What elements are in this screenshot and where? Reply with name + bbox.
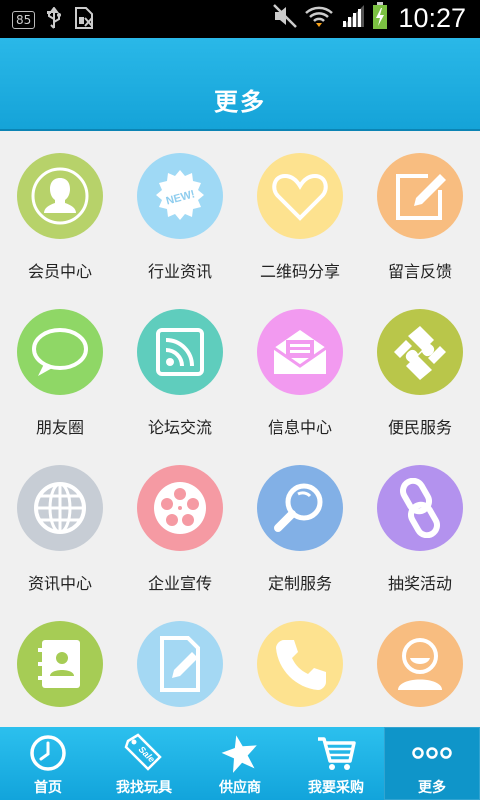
globe-icon [17,465,103,551]
link-icon [377,465,463,551]
puzzle-icon [377,309,463,395]
signal-icon [340,3,366,33]
smiley-icon [377,621,463,707]
grid-item-label: 定制服务 [267,574,332,593]
document-icon [137,621,223,707]
heart-icon [257,153,343,239]
tab-more[interactable]: 更多 [384,727,480,800]
grid-item-label: 留言反馈 [387,262,452,281]
notification-badge: 85 [12,11,36,29]
grid-item-corporate-promo[interactable]: 企业宣传 [120,443,240,599]
tab-label: 供应商 [219,780,261,796]
film-icon [137,465,223,551]
star-icon [220,733,260,773]
sale-tag-icon: Sale [124,733,164,773]
mute-icon [272,3,298,33]
grid-item-profile[interactable] [360,599,480,727]
tab-label: 首页 [34,780,62,796]
bottom-tab-bar: 首页 Sale 我找玩具 供应商 我要采购 更多 [0,727,480,800]
tab-find-toys[interactable]: Sale 我找玩具 [96,727,192,800]
battery-icon [372,2,388,34]
app-header: 更多 [0,38,480,131]
grid-item-info-center[interactable]: 资讯中心 [0,443,120,599]
grid-item-label: 论坛交流 [147,418,212,437]
tab-label: 我找玩具 [116,780,172,796]
grid-item-document[interactable] [120,599,240,727]
grid-item-forum[interactable]: 论坛交流 [120,287,240,443]
grid-item-custom-service[interactable]: 定制服务 [240,443,360,599]
tab-purchase[interactable]: 我要采购 [288,727,384,800]
tab-label: 更多 [418,780,446,796]
sim-icon [73,6,95,34]
contacts-icon [17,621,103,707]
mail-icon [257,309,343,395]
more-dots-icon [412,733,452,773]
page-title: 更多 [214,88,266,116]
grid-item-label: 便民服务 [387,418,452,437]
phone-icon [257,621,343,707]
grid-item-label: 会员中心 [27,262,92,281]
clock-icon [28,733,68,773]
feature-grid: 会员中心 NEW! 行业资讯 二维码分享 留言反馈 朋友圈 论坛交流 信息中心 … [0,131,480,727]
news-icon: NEW! [137,153,223,239]
grid-item-label: 资讯中心 [27,574,92,593]
grid-item-convenience-services[interactable]: 便民服务 [360,287,480,443]
usb-icon [45,6,63,33]
tab-label: 我要采购 [308,780,364,796]
grid-item-message-center[interactable]: 信息中心 [240,287,360,443]
tab-home[interactable]: 首页 [0,727,96,800]
grid-item-label: 抽奖活动 [387,574,452,593]
cart-icon [316,733,356,773]
grid-item-label: 信息中心 [267,418,332,437]
grid-item-industry-news[interactable]: NEW! 行业资讯 [120,131,240,287]
grid-item-feedback[interactable]: 留言反馈 [360,131,480,287]
grid-item-phone[interactable] [240,599,360,727]
edit-icon [377,153,463,239]
wifi-icon [304,3,334,33]
grid-item-member-center[interactable]: 会员中心 [0,131,120,287]
rss-icon [137,309,223,395]
grid-item-label: 企业宣传 [147,574,212,593]
chat-icon [17,309,103,395]
status-bar: 85 10:27 [0,0,480,38]
member-icon [17,153,103,239]
grid-item-lottery[interactable]: 抽奖活动 [360,443,480,599]
grid-item-label: 行业资讯 [147,262,212,281]
grid-item-qr-share[interactable]: 二维码分享 [240,131,360,287]
grid-item-label: 朋友圈 [35,418,84,437]
search-icon [257,465,343,551]
grid-item-contacts[interactable] [0,599,120,727]
grid-item-friends-circle[interactable]: 朋友圈 [0,287,120,443]
status-clock: 10:27 [398,2,466,33]
tab-suppliers[interactable]: 供应商 [192,727,288,800]
grid-item-label: 二维码分享 [259,262,340,281]
